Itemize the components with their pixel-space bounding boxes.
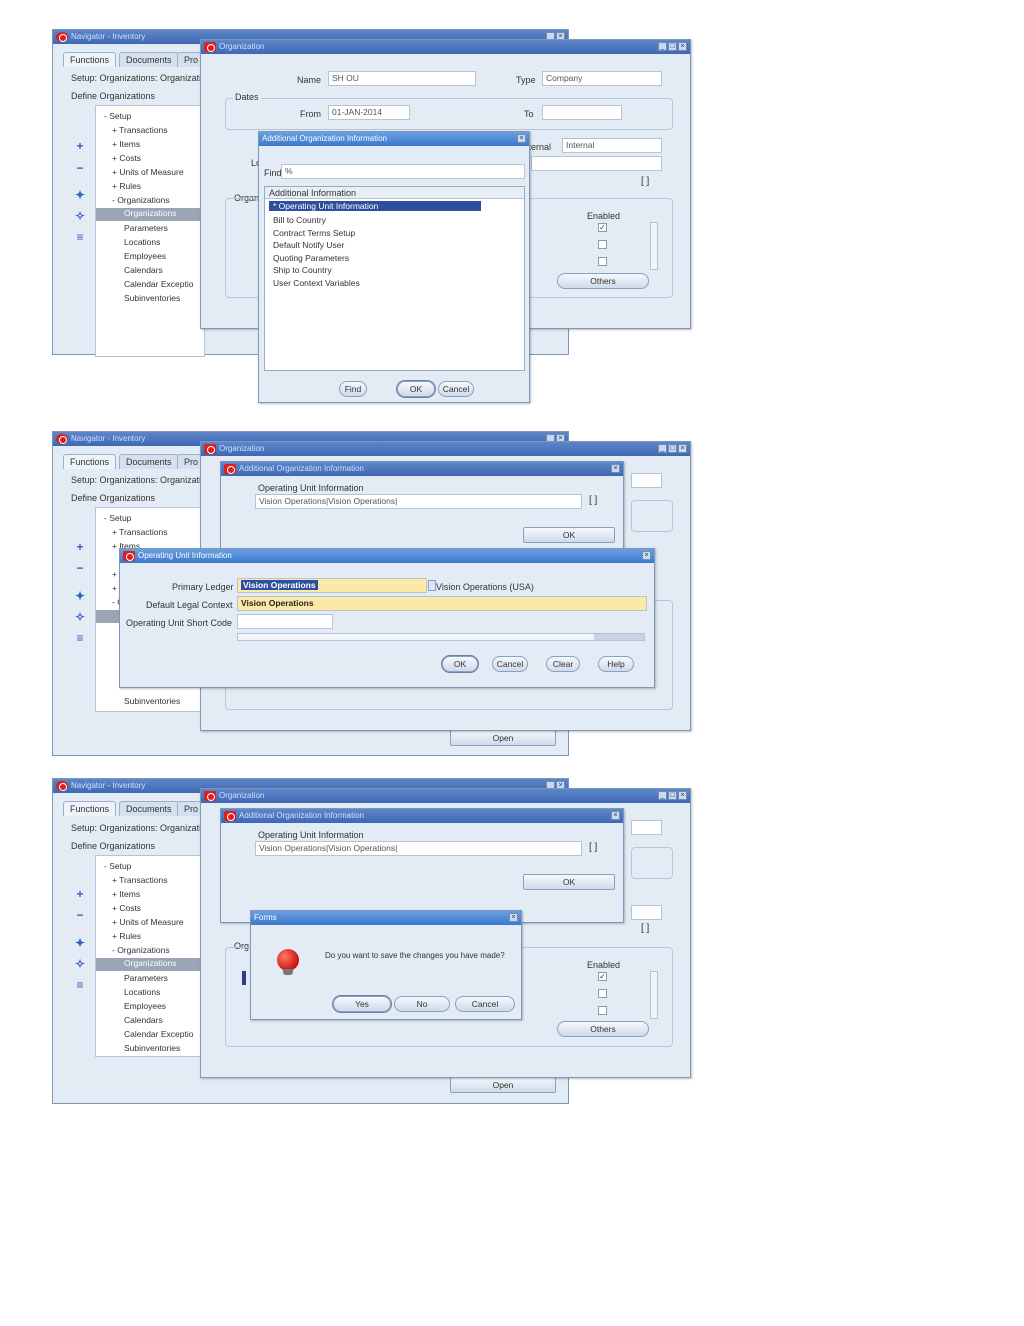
oracle-icon [56,781,68,791]
expand-branch-icon[interactable]: ✦ [72,935,88,951]
tree-node[interactable]: Subinventories [124,1043,180,1053]
bracket-field[interactable]: [ ] [641,923,649,934]
tree-node[interactable]: + Costs [112,903,141,913]
organization-titlebar: Organization _ □ × [201,789,690,803]
tree-node[interactable]: + Transactions [112,875,168,885]
open-button[interactable]: Open [450,1077,556,1093]
others-button[interactable]: Others [557,1021,649,1037]
location-field[interactable] [631,905,662,920]
expand-icon[interactable]: + [72,886,88,902]
scrollbar[interactable] [650,971,658,1019]
warning-icon-stand [283,969,293,975]
classification-row-indicator [242,971,246,985]
additional-info-form-titlebar: Additional Organization Information × [221,809,623,823]
enabled-checkbox[interactable]: ✓ [598,972,607,981]
navigator-section: Define Organizations [71,841,156,851]
oracle-icon [204,791,216,801]
forms-dialog-titlebar: Forms × [251,911,521,925]
enabled-checkbox[interactable] [598,989,607,998]
warning-icon [277,949,299,971]
close-icon[interactable]: × [611,811,620,820]
screenshot-panel-3: Navigator - Inventory _ × Functions Docume… [0,0,1024,1110]
ok-button[interactable]: OK [523,874,615,890]
function-tree[interactable]: - Setup + Transactions + Items + Costs +… [95,855,205,1057]
tree-node[interactable]: - Organizations [112,945,170,955]
tree-node-selected[interactable]: Organizations [96,958,204,971]
tree-node[interactable]: Parameters [124,973,168,983]
bracket-field[interactable]: [ ] [589,842,597,853]
oracle-icon [224,811,236,821]
tree-node[interactable]: Calendars [124,1015,163,1025]
tree-node[interactable]: + Items [112,889,140,899]
close-icon[interactable]: × [678,791,687,800]
tree-node[interactable]: Employees [124,1001,166,1011]
minimize-icon[interactable]: _ [658,791,667,800]
expand-all-icon[interactable]: ✧ [72,956,88,972]
enabled-checkbox[interactable] [598,1006,607,1015]
collapse-icon[interactable]: − [72,907,88,923]
tree-node[interactable]: Locations [124,987,160,997]
collapse-all-icon[interactable]: ≡ [72,977,88,993]
save-changes-message: Do you want to save the changes you have… [325,951,505,960]
maximize-icon[interactable]: □ [668,791,677,800]
no-button[interactable]: No [394,996,450,1012]
forms-save-dialog: Forms × Do you want to save the changes y… [250,910,522,1020]
dates-group [631,847,673,879]
navigator-path: Setup: Organizations: Organizati [71,823,202,833]
tab-documents[interactable]: Documents [119,801,179,816]
enabled-label: Enabled [587,960,621,970]
tab-functions[interactable]: Functions [63,801,117,816]
yes-button[interactable]: Yes [333,996,391,1012]
ou-info-flex-field[interactable]: Vision Operations|Vision Operations| [255,841,582,856]
additional-info-form-dialog: Additional Organization Information × Ope… [220,808,624,923]
cancel-button[interactable]: Cancel [455,996,515,1012]
type-field[interactable] [631,820,662,835]
tree-node[interactable]: + Rules [112,931,141,941]
tree-node[interactable]: + Units of Measure [112,917,184,927]
tree-node[interactable]: Calendar Exceptio [124,1029,193,1039]
tree-node[interactable]: - Setup [104,861,131,871]
ou-info-section-label: Operating Unit Information [258,830,364,840]
close-icon[interactable]: × [509,913,518,922]
